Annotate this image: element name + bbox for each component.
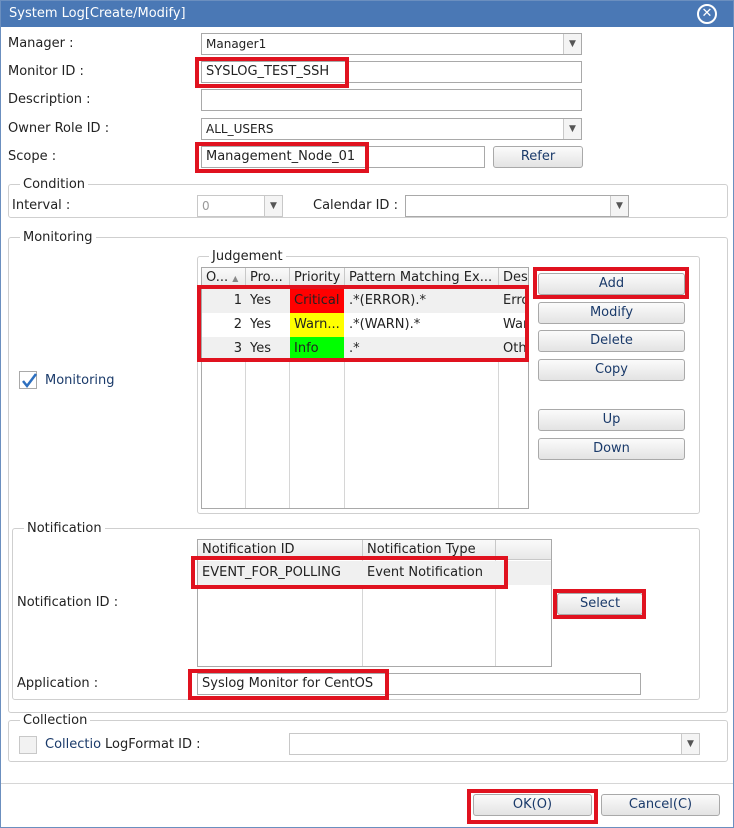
row-description: War	[503, 317, 529, 332]
window-title: System Log[Create/Modify]	[9, 6, 186, 21]
logformat-select[interactable]: ▼	[289, 733, 700, 755]
chevron-down-icon: ▼	[563, 34, 581, 54]
row-order: 3	[233, 341, 242, 356]
row-description: Erro	[503, 293, 529, 308]
column-header-notification-id[interactable]: Notification ID	[198, 540, 363, 560]
column-header-process[interactable]: Pro...	[246, 268, 290, 288]
interval-label: Interval :	[12, 198, 71, 213]
cancel-button[interactable]: Cancel(C)	[601, 794, 720, 816]
chevron-down-icon: ▼	[563, 119, 581, 139]
calendar-label: Calendar ID :	[313, 198, 398, 213]
row-pattern: .*(ERROR).*	[349, 293, 426, 308]
column-header-description[interactable]: Des	[499, 268, 528, 288]
calendar-select[interactable]: ▼	[405, 195, 629, 217]
logformat-label: LogFormat ID :	[105, 737, 201, 752]
scope-label: Scope :	[8, 149, 57, 164]
modify-button[interactable]: Modify	[538, 302, 685, 324]
system-log-dialog: System Log[Create/Modify] ✕ Manager : Ma…	[0, 0, 734, 828]
monitoring-title: Monitoring	[20, 230, 96, 245]
row-order: 1	[233, 293, 242, 308]
notification-title: Notification	[24, 521, 105, 536]
collection-title: Collection	[20, 713, 91, 728]
condition-title: Condition	[20, 177, 89, 192]
column-header-label: O...	[206, 270, 229, 285]
row-process: Yes	[250, 293, 271, 308]
notification-id-label: Notification ID :	[17, 595, 119, 610]
select-button[interactable]: Select	[557, 593, 643, 615]
down-button[interactable]: Down	[538, 438, 685, 460]
delete-button[interactable]: Delete	[538, 330, 685, 352]
owner-role-label: Owner Role ID :	[8, 121, 110, 136]
notification-table[interactable]: Notification ID Notification Type EVENT_…	[197, 539, 552, 667]
row-priority: Critical	[290, 289, 344, 313]
column-header-pattern[interactable]: Pattern Matching Ex...	[345, 268, 499, 288]
description-label: Description :	[8, 92, 91, 107]
footer-divider	[1, 783, 733, 784]
refer-button[interactable]: Refer	[493, 146, 583, 168]
title-bar: System Log[Create/Modify] ✕	[1, 1, 733, 27]
collection-checkbox[interactable]	[19, 736, 37, 754]
column-header-priority[interactable]: Priority	[290, 268, 345, 288]
monitoring-checkbox-label: Monitoring	[45, 373, 115, 388]
column-header-empty	[496, 540, 551, 560]
chevron-down-icon: ▼	[610, 196, 628, 216]
row-priority: Warn...	[290, 313, 344, 337]
row-description: Oth	[503, 341, 527, 356]
judgement-title: Judgement	[209, 249, 286, 264]
checkmark-icon	[22, 373, 37, 389]
row-priority: Info	[290, 337, 344, 361]
ok-button[interactable]: OK(O)	[473, 794, 592, 816]
row-process: Yes	[250, 317, 271, 332]
monitor-id-label: Monitor ID :	[8, 64, 84, 79]
judgement-table[interactable]: O... ▲ Pro... Priority Pattern Matching …	[201, 267, 529, 509]
sort-up-icon: ▲	[232, 274, 239, 283]
row-notification-type: Event Notification	[367, 565, 483, 580]
monitor-id-field[interactable]: SYSLOG_TEST_SSH	[201, 61, 582, 83]
monitor-id-value: SYSLOG_TEST_SSH	[206, 64, 330, 79]
manager-value: Manager1	[206, 37, 267, 51]
column-header-notification-type[interactable]: Notification Type	[363, 540, 496, 560]
scope-value: Management_Node_01	[206, 149, 356, 164]
column-header-order[interactable]: O... ▲	[202, 268, 246, 288]
description-field[interactable]	[201, 89, 582, 111]
interval-select[interactable]: 0 ▼	[197, 195, 283, 217]
owner-role-select[interactable]: ALL_USERS ▼	[201, 118, 582, 140]
scope-field[interactable]: Management_Node_01	[201, 146, 485, 168]
add-button[interactable]: Add	[538, 273, 685, 295]
application-field[interactable]: Syslog Monitor for CentOS	[197, 673, 641, 695]
interval-value: 0	[202, 199, 210, 213]
up-button[interactable]: Up	[538, 409, 685, 431]
row-order: 2	[233, 317, 242, 332]
monitoring-checkbox[interactable]	[19, 371, 37, 389]
copy-button[interactable]: Copy	[538, 359, 685, 381]
owner-role-value: ALL_USERS	[206, 122, 274, 136]
application-value: Syslog Monitor for CentOS	[202, 676, 374, 691]
manager-label: Manager :	[8, 36, 74, 51]
close-icon[interactable]: ✕	[697, 4, 717, 24]
row-pattern: .*	[349, 341, 360, 356]
manager-select[interactable]: Manager1 ▼	[201, 33, 582, 55]
chevron-down-icon: ▼	[264, 196, 282, 216]
row-process: Yes	[250, 341, 271, 356]
collection-checkbox-label: Collectio	[45, 737, 101, 752]
application-label: Application :	[17, 676, 99, 691]
chevron-down-icon: ▼	[681, 734, 699, 754]
row-pattern: .*(WARN).*	[349, 317, 421, 332]
row-notification-id: EVENT_FOR_POLLING	[202, 565, 341, 580]
